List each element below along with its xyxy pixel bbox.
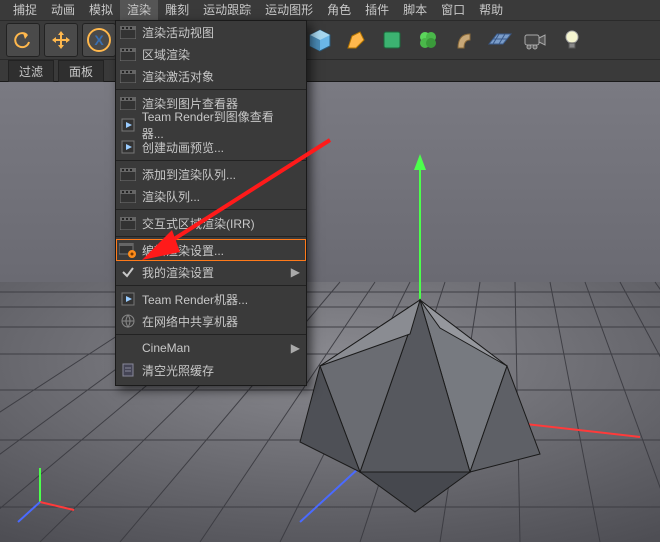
check-icon [116, 261, 140, 283]
tab-row: 过滤 面板 [0, 60, 660, 82]
play-icon [116, 136, 140, 158]
menu-item[interactable]: Team Render到图像查看器... [116, 114, 306, 136]
menu-item-label: 渲染活动视图 [142, 24, 214, 41]
menu-item-label: 我的渲染设置 [142, 264, 214, 281]
menu-bar: 捕捉动画模拟渲染雕刻运动跟踪运动图形角色插件脚本窗口帮助 [0, 0, 660, 20]
menu-item[interactable]: 添加到渲染队列... [116, 163, 306, 185]
pen-primitive[interactable] [340, 24, 372, 56]
menu-item-label: 渲染激活对象 [142, 68, 214, 85]
menu-item[interactable]: 渲染激活对象 [116, 65, 306, 87]
doc-icon [116, 359, 140, 381]
menu-item-1[interactable]: 动画 [44, 0, 82, 20]
clapper-icon [116, 43, 140, 65]
cube-primitive[interactable] [304, 24, 336, 56]
light-primitive[interactable] [556, 24, 588, 56]
menu-item-3[interactable]: 渲染 [120, 0, 158, 20]
menu-item-9[interactable]: 脚本 [396, 0, 434, 20]
none-icon [116, 337, 140, 359]
svg-text:X: X [94, 32, 104, 48]
menu-item-5[interactable]: 运动跟踪 [196, 0, 258, 20]
menu-item-label: Team Render机器... [142, 291, 248, 308]
menu-item-label: CineMan [142, 341, 190, 355]
bend-primitive[interactable] [448, 24, 480, 56]
clapper-gear-icon [116, 239, 140, 261]
menu-item[interactable]: 渲染活动视图 [116, 21, 306, 43]
floor-primitive[interactable] [484, 24, 516, 56]
submenu-arrow-icon: ▶ [291, 265, 300, 279]
menu-item-10[interactable]: 窗口 [434, 0, 472, 20]
menu-item[interactable]: 交互式区域渲染(IRR) [116, 212, 306, 234]
menu-item-6[interactable]: 运动图形 [258, 0, 320, 20]
menu-item-0[interactable]: 捕捉 [6, 0, 44, 20]
menu-item-4[interactable]: 雕刻 [158, 0, 196, 20]
menu-item-label: 清空光照缓存 [142, 362, 214, 379]
x-button[interactable]: X [82, 23, 116, 57]
clapper-icon [116, 65, 140, 87]
menu-item-7[interactable]: 角色 [320, 0, 358, 20]
main-toolbar: X [0, 20, 660, 60]
menu-item[interactable]: 清空光照缓存 [116, 359, 306, 381]
menu-item[interactable]: 在网络中共享机器 [116, 310, 306, 332]
move-button[interactable] [44, 23, 78, 57]
menu-item[interactable]: 渲染队列... [116, 185, 306, 207]
menu-item[interactable]: 区域渲染 [116, 43, 306, 65]
menu-item[interactable]: 创建动画预览... [116, 136, 306, 158]
viewport-3d[interactable] [0, 82, 660, 542]
clover-primitive[interactable] [412, 24, 444, 56]
clapper-icon [116, 185, 140, 207]
net-icon [116, 310, 140, 332]
menu-item-label: 编辑渲染设置... [142, 242, 224, 259]
menu-item[interactable]: 编辑渲染设置... [116, 239, 306, 261]
menu-item-label: 区域渲染 [142, 46, 190, 63]
menu-item-label: 在网络中共享机器 [142, 313, 238, 330]
play-icon [116, 288, 140, 310]
clapper-icon [116, 212, 140, 234]
render-menu-dropdown: 渲染活动视图区域渲染渲染激活对象渲染到图片查看器Team Render到图像查看… [115, 20, 307, 386]
menu-item-11[interactable]: 帮助 [472, 0, 510, 20]
menu-item[interactable]: CineMan ▶ [116, 337, 306, 359]
camera-primitive[interactable] [520, 24, 552, 56]
menu-item-label: 添加到渲染队列... [142, 166, 236, 183]
menu-item-8[interactable]: 插件 [358, 0, 396, 20]
menu-item-2[interactable]: 模拟 [82, 0, 120, 20]
tab-panel[interactable]: 面板 [58, 60, 104, 82]
tab-filter[interactable]: 过滤 [8, 60, 54, 82]
green-primitive[interactable] [376, 24, 408, 56]
menu-item-label: 渲染队列... [142, 188, 200, 205]
submenu-arrow-icon: ▶ [291, 341, 300, 355]
clapper-icon [116, 21, 140, 43]
undo-button[interactable] [6, 23, 40, 57]
clapper-icon [116, 92, 140, 114]
clapper-icon [116, 163, 140, 185]
play-icon [116, 114, 140, 136]
menu-item-label: 创建动画预览... [142, 139, 224, 156]
menu-item[interactable]: 我的渲染设置 ▶ [116, 261, 306, 283]
menu-item[interactable]: Team Render机器... [116, 288, 306, 310]
menu-item-label: 交互式区域渲染(IRR) [142, 215, 255, 232]
